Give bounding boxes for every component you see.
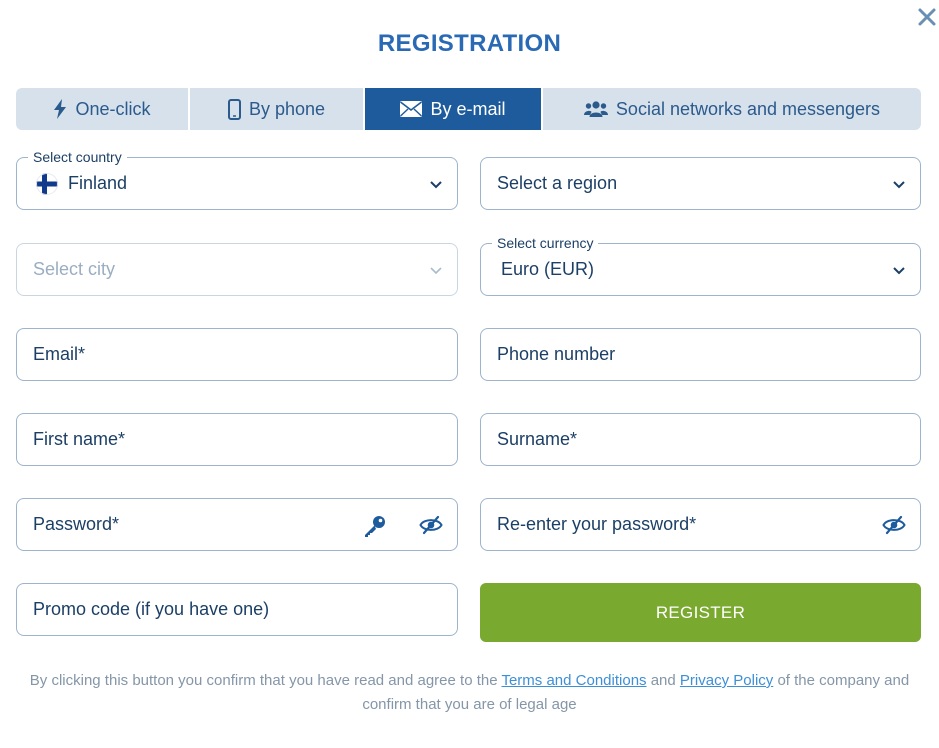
tab-label: By phone bbox=[248, 98, 326, 119]
lightning-icon bbox=[54, 99, 67, 119]
password-field[interactable]: Password* bbox=[16, 498, 458, 551]
tab-label: By e-mail bbox=[430, 98, 506, 119]
privacy-policy-link[interactable]: Privacy Policy bbox=[680, 672, 773, 689]
region-select[interactable]: Select a region bbox=[480, 157, 921, 210]
tab-label: One-click bbox=[75, 98, 151, 119]
close-icon bbox=[918, 8, 936, 26]
surname-field[interactable]: Surname* bbox=[480, 413, 921, 466]
eye-slash-icon bbox=[419, 515, 443, 535]
currency-value: Euro (EUR) bbox=[501, 259, 595, 279]
tab-by-email[interactable]: By e-mail bbox=[365, 88, 543, 130]
page-title: REGISTRATION bbox=[377, 30, 562, 57]
finland-flag-icon bbox=[36, 172, 58, 195]
toggle-password-visibility[interactable] bbox=[882, 514, 906, 541]
phone-field[interactable]: Phone number bbox=[480, 328, 921, 381]
register-button[interactable]: REGISTER bbox=[480, 583, 921, 642]
email-field[interactable]: Email* bbox=[16, 328, 458, 381]
key-icon bbox=[365, 516, 385, 537]
promo-code-field[interactable]: Promo code (if you have one) bbox=[16, 583, 458, 636]
tab-label: Social networks and messengers bbox=[615, 98, 881, 119]
currency-label: Select currency bbox=[492, 234, 599, 252]
chevron-down-icon bbox=[430, 181, 442, 189]
disclaimer-text: and bbox=[650, 672, 676, 689]
toggle-password-visibility[interactable] bbox=[419, 514, 443, 541]
registration-tabs: One-click By phone By e-mail Social netw… bbox=[16, 88, 921, 130]
email-placeholder: Email* bbox=[33, 344, 86, 364]
password-confirm-placeholder: Re-enter your password* bbox=[497, 514, 697, 534]
surname-placeholder: Surname* bbox=[497, 429, 578, 449]
currency-select[interactable]: Select currency Euro (EUR) bbox=[480, 234, 921, 296]
password-confirm-field[interactable]: Re-enter your password* bbox=[480, 498, 921, 551]
close-button[interactable] bbox=[916, 6, 938, 28]
tab-by-phone[interactable]: By phone bbox=[190, 88, 365, 130]
phone-placeholder: Phone number bbox=[497, 344, 616, 364]
country-select[interactable]: Select country Finland bbox=[16, 148, 458, 210]
city-placeholder: Select city bbox=[33, 259, 116, 279]
disclaimer-text: By clicking this button you confirm that… bbox=[29, 672, 498, 689]
city-select[interactable]: Select city bbox=[16, 243, 458, 296]
terms-link[interactable]: Terms and Conditions bbox=[501, 672, 646, 689]
first-name-field[interactable]: First name* bbox=[16, 413, 458, 466]
registration-modal: REGISTRATION One-click By phone By e-mai… bbox=[0, 0, 939, 748]
legal-disclaimer: By clicking this button you confirm that… bbox=[12, 669, 927, 717]
chevron-down-icon bbox=[893, 181, 905, 189]
region-placeholder: Select a region bbox=[497, 173, 618, 193]
users-icon bbox=[583, 101, 608, 117]
chevron-down-icon bbox=[430, 267, 442, 275]
chevron-down-icon bbox=[893, 267, 905, 275]
tab-social-networks[interactable]: Social networks and messengers bbox=[543, 88, 921, 130]
country-label: Select country bbox=[28, 148, 127, 166]
envelope-icon bbox=[400, 101, 423, 117]
first-name-placeholder: First name* bbox=[33, 429, 126, 449]
phone-icon bbox=[227, 98, 241, 120]
tab-one-click[interactable]: One-click bbox=[16, 88, 190, 130]
country-value: Finland bbox=[68, 173, 128, 193]
promo-placeholder: Promo code (if you have one) bbox=[33, 599, 270, 619]
eye-slash-icon bbox=[882, 515, 906, 535]
generate-password-button[interactable] bbox=[363, 514, 387, 543]
